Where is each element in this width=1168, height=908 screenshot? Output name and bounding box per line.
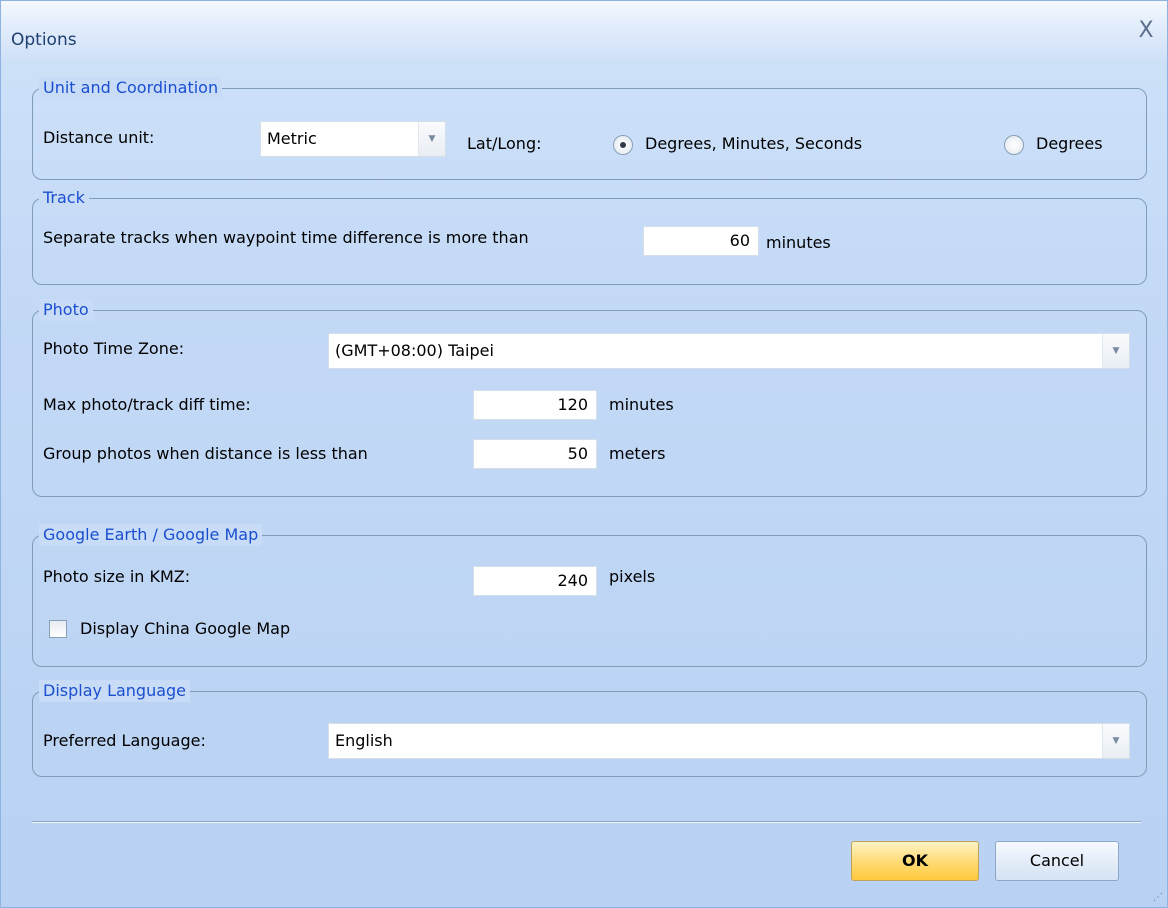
china-map-label[interactable]: Display China Google Map <box>80 619 290 639</box>
max-diff-input[interactable]: 120 <box>473 390 597 420</box>
title-bar[interactable]: Options X <box>1 1 1167 61</box>
google-map-group: Google Earth / Google Map Photo size in … <box>32 524 1147 667</box>
display-language-legend: Display Language <box>39 680 191 702</box>
close-icon[interactable]: X <box>1135 20 1157 42</box>
kmz-size-label: Photo size in KMZ: <box>43 567 191 586</box>
display-language-group: Display Language Preferred Language: Eng… <box>32 680 1147 777</box>
group-photos-input[interactable]: 50 <box>473 439 597 469</box>
radio-dms[interactable] <box>613 135 633 155</box>
chevron-down-icon[interactable]: ▼ <box>418 122 445 156</box>
ok-button[interactable]: OK <box>851 841 979 881</box>
unit-coordination-legend: Unit and Coordination <box>39 77 223 99</box>
max-diff-unit: minutes <box>609 395 674 414</box>
button-separator <box>32 821 1141 823</box>
radio-degrees[interactable] <box>1004 135 1024 155</box>
max-diff-label: Max photo/track diff time: <box>43 395 251 414</box>
latlong-label: Lat/Long: <box>467 134 542 153</box>
options-dialog: Options X Unit and Coordination Distance… <box>0 0 1168 908</box>
chevron-down-icon[interactable]: ▼ <box>1102 334 1129 368</box>
radio-dms-selected-dot <box>620 142 626 148</box>
resize-grip-icon[interactable]: ⋰ <box>1153 893 1163 903</box>
separate-tracks-unit: minutes <box>766 233 831 252</box>
kmz-size-unit: pixels <box>609 567 656 586</box>
preferred-language-select[interactable]: English ▼ <box>328 723 1130 759</box>
distance-unit-label: Distance unit: <box>43 128 155 147</box>
photo-time-zone-label: Photo Time Zone: <box>43 339 185 358</box>
radio-degrees-label[interactable]: Degrees <box>1036 134 1103 154</box>
unit-coordination-group: Unit and Coordination Distance unit: Met… <box>32 77 1147 180</box>
preferred-language-label: Preferred Language: <box>43 731 206 750</box>
photo-time-zone-select[interactable]: (GMT+08:00) Taipei ▼ <box>328 333 1130 369</box>
separate-tracks-input[interactable]: 60 <box>643 226 759 256</box>
track-legend: Track <box>39 187 89 209</box>
china-map-checkbox[interactable] <box>49 620 67 638</box>
cancel-button[interactable]: Cancel <box>995 841 1119 881</box>
track-group: Track Separate tracks when waypoint time… <box>32 187 1147 285</box>
radio-dms-label[interactable]: Degrees, Minutes, Seconds <box>645 134 862 154</box>
group-photos-label: Group photos when distance is less than <box>43 444 368 463</box>
photo-legend: Photo <box>39 299 93 321</box>
group-photos-unit: meters <box>609 444 666 463</box>
window-title: Options <box>11 30 77 50</box>
photo-group: Photo Photo Time Zone: (GMT+08:00) Taipe… <box>32 299 1147 497</box>
separate-tracks-label: Separate tracks when waypoint time diffe… <box>43 228 529 247</box>
chevron-down-icon[interactable]: ▼ <box>1102 724 1129 758</box>
kmz-size-input[interactable]: 240 <box>473 566 597 596</box>
distance-unit-select[interactable]: Metric ▼ <box>260 121 446 157</box>
photo-time-zone-value: (GMT+08:00) Taipei <box>335 341 494 360</box>
distance-unit-value: Metric <box>267 129 317 148</box>
google-map-legend: Google Earth / Google Map <box>39 524 263 546</box>
preferred-language-value: English <box>335 731 393 750</box>
